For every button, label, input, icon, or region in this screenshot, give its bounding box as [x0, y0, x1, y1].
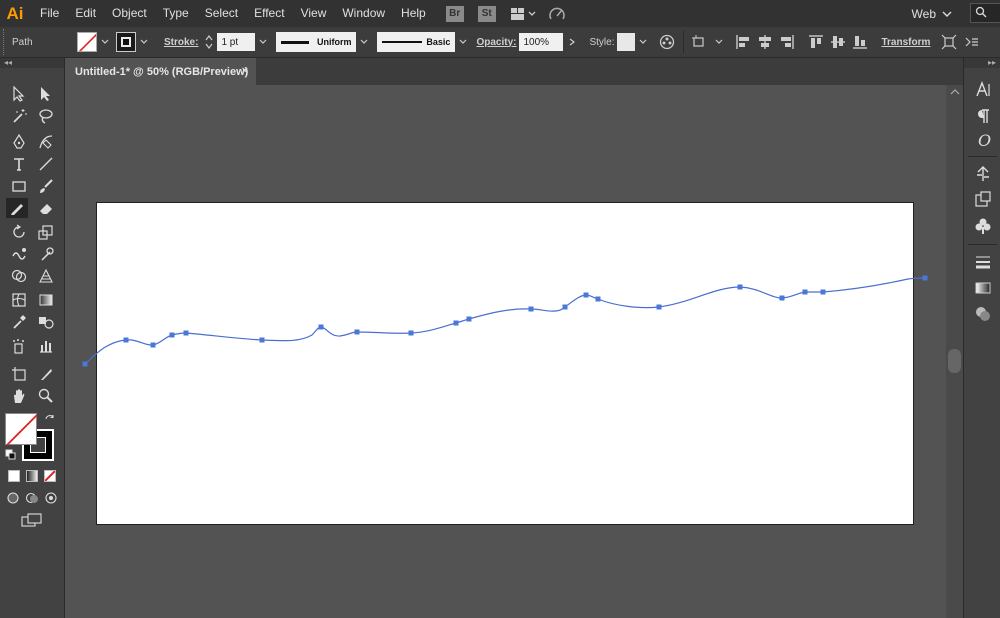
anchor-point[interactable] [354, 329, 360, 335]
anchor-points [82, 275, 928, 367]
anchor-point[interactable] [802, 289, 808, 295]
scroll-up-icon[interactable] [950, 87, 960, 99]
anchor-point[interactable] [318, 324, 324, 330]
anchor-point[interactable] [82, 361, 88, 367]
anchor-point[interactable] [466, 316, 472, 322]
stroke-panel-icon[interactable] [973, 252, 993, 272]
anchor-point[interactable] [183, 330, 189, 336]
anchor-point[interactable] [453, 320, 459, 326]
fill-color-box[interactable] [5, 413, 38, 446]
scrollbar-thumb[interactable] [948, 349, 961, 373]
anchor-point[interactable] [123, 337, 129, 343]
anchor-point[interactable] [528, 306, 534, 312]
opentype-icon[interactable]: O [973, 130, 993, 150]
anchor-point[interactable] [583, 292, 589, 298]
anchor-point[interactable] [595, 296, 601, 302]
anchor-point[interactable] [169, 332, 175, 338]
anchor-point[interactable] [820, 289, 826, 295]
paragraph-icon[interactable] [973, 106, 993, 126]
anchor-point[interactable] [150, 342, 156, 348]
anchor-point[interactable] [922, 275, 928, 281]
transparency-icon[interactable] [973, 304, 993, 324]
right-panel-dock: ▸▸ O [963, 58, 1000, 618]
anchor-point[interactable] [779, 295, 785, 301]
asset-export-icon[interactable] [973, 190, 993, 210]
gradient-panel-icon[interactable] [973, 278, 993, 298]
pencil-path[interactable] [84, 277, 926, 365]
dock-collapse-icon[interactable]: ▸▸ [964, 58, 1000, 68]
anchor-point[interactable] [737, 284, 743, 290]
anchor-point[interactable] [656, 304, 662, 310]
svg-text:O: O [978, 131, 991, 149]
anchor-point[interactable] [562, 304, 568, 310]
character-icon[interactable] [973, 80, 993, 100]
panel-divider [968, 244, 997, 245]
path-layer [82, 275, 928, 367]
symbols-icon[interactable] [973, 164, 993, 184]
anchor-point[interactable] [259, 337, 265, 343]
vertical-scrollbar[interactable] [946, 85, 963, 618]
libraries-icon[interactable] [973, 216, 993, 236]
anchor-point[interactable] [408, 330, 414, 336]
panel-divider [968, 156, 997, 157]
